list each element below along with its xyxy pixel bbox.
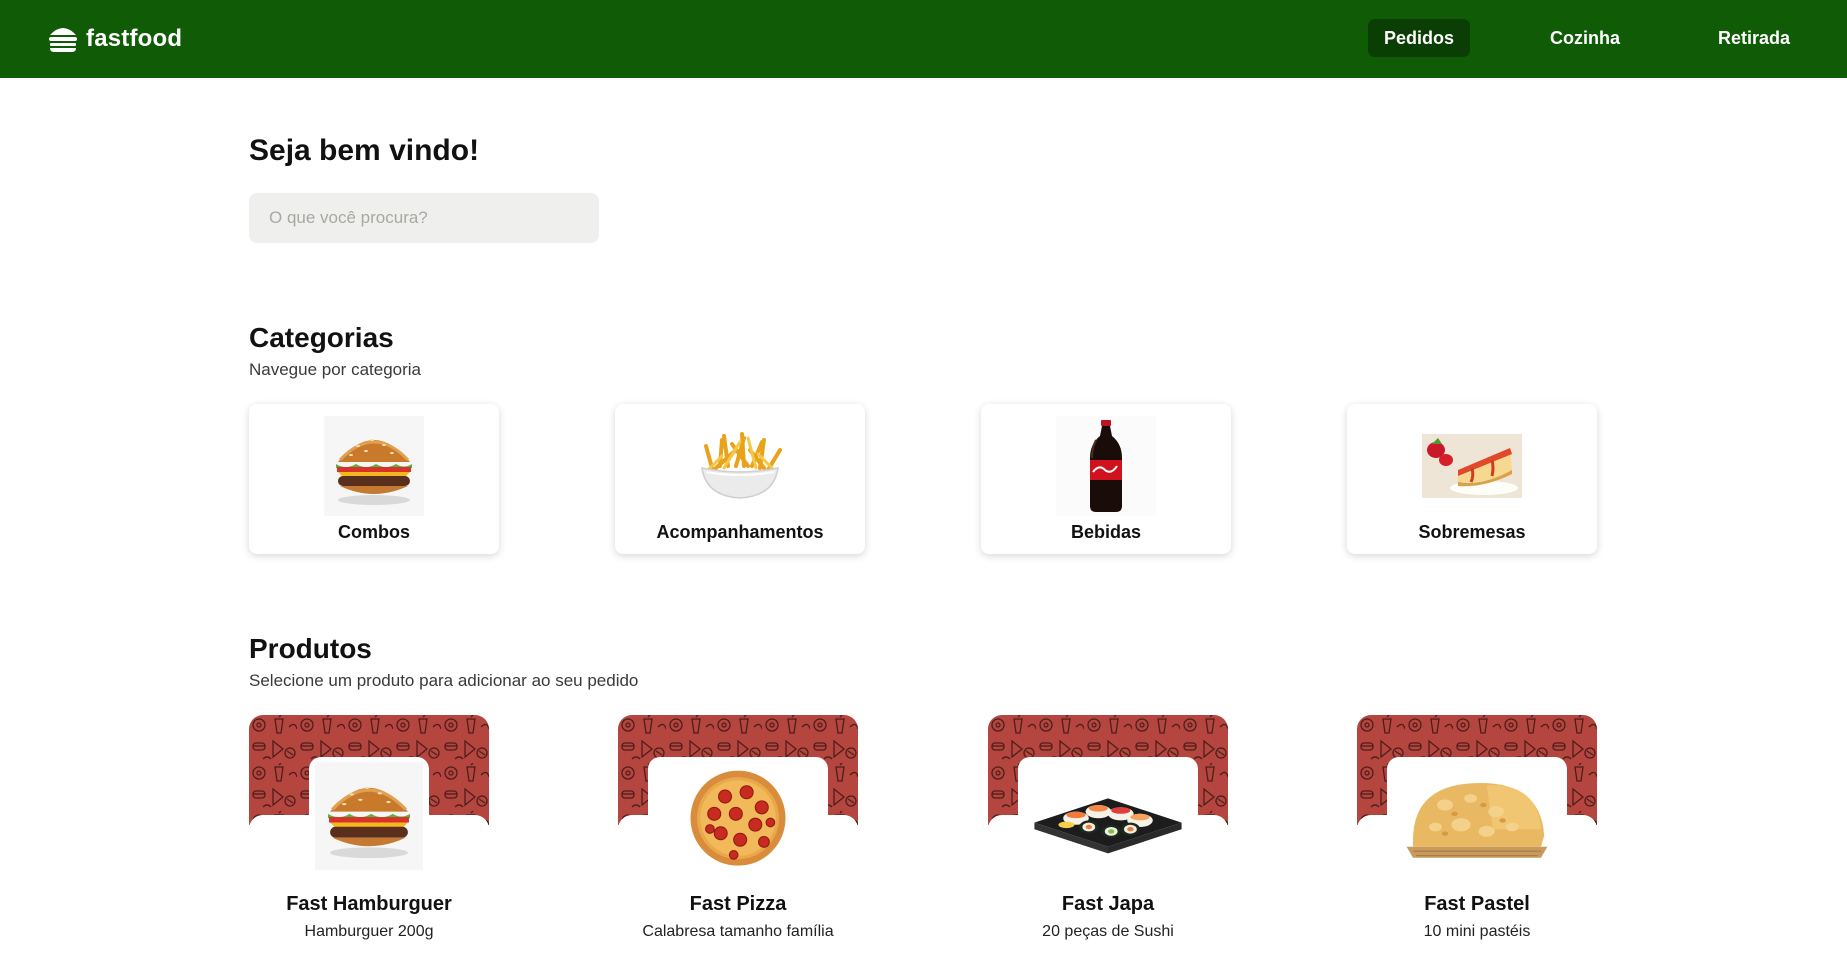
category-card-sobremesas[interactable]: Sobremesas: [1347, 404, 1597, 554]
welcome-title: Seja bem vindo!: [249, 134, 480, 167]
products-title: Produtos: [249, 633, 372, 664]
burger-image: [315, 761, 423, 871]
categories-title: Categorias: [249, 322, 394, 353]
brand-logo[interactable]: fastfood: [48, 22, 182, 56]
product-description: 20 peças de Sushi: [1042, 923, 1174, 940]
product-card-fast-hamburguer[interactable]: Fast Hamburguer Hamburguer 200g: [249, 715, 489, 966]
pastel-image: [1397, 761, 1557, 871]
categories-subtitle: Navegue por categoria: [249, 360, 422, 379]
search-input[interactable]: [249, 193, 599, 243]
brand-name: fastfood: [86, 25, 183, 52]
product-name: Fast Hamburguer: [286, 893, 452, 915]
product-name: Fast Pizza: [689, 893, 787, 915]
category-label: Bebidas: [1070, 522, 1142, 542]
product-description: Hamburguer 200g: [304, 923, 434, 940]
pizza-image: [684, 761, 792, 871]
products-subtitle: Selecione um produto para adicionar ao s…: [249, 671, 639, 690]
product-name: Fast Pastel: [1424, 893, 1530, 915]
category-label: Combos: [338, 522, 410, 542]
category-label: Acompanhamentos: [656, 522, 824, 542]
category-label: Sobremesas: [1418, 522, 1526, 542]
nav-item-retirada[interactable]: Retirada: [1702, 19, 1806, 57]
category-card-bebidas[interactable]: Bebidas: [981, 404, 1231, 554]
product-description: Calabresa tamanho família: [642, 923, 834, 940]
burger-icon: [49, 28, 77, 52]
product-card-fast-pastel[interactable]: Fast Pastel 10 mini pastéis: [1357, 715, 1597, 966]
category-card-acompanhamentos[interactable]: Acompanhamentos: [615, 404, 865, 554]
cheesecake-image: [1422, 416, 1522, 516]
nav-item-pedidos[interactable]: Pedidos: [1368, 19, 1471, 57]
top-header: fastfood Pedidos Cozinha Retirada: [0, 0, 1847, 78]
soda-bottle-image: [1056, 416, 1156, 516]
sushi-image: [1028, 761, 1188, 871]
product-description: 10 mini pastéis: [1423, 923, 1531, 940]
product-card-fast-japa[interactable]: Fast Japa 20 peças de Sushi: [988, 715, 1228, 966]
fries-image: [690, 416, 790, 516]
category-card-combos[interactable]: Combos: [249, 404, 499, 554]
nav-item-cozinha[interactable]: Cozinha: [1534, 19, 1636, 57]
product-card-fast-pizza[interactable]: Fast Pizza Calabresa tamanho família: [618, 715, 858, 966]
burger-image: [324, 416, 424, 516]
product-name: Fast Japa: [1061, 893, 1155, 915]
